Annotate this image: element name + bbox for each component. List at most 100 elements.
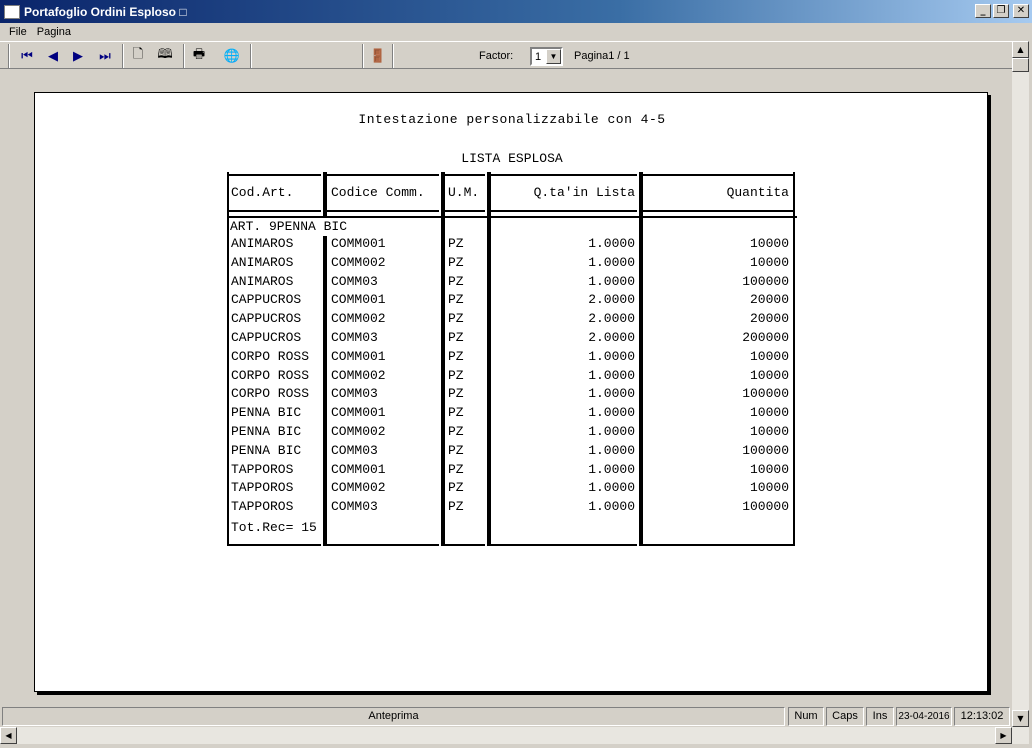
table-rule bbox=[327, 174, 439, 176]
cell-um: PZ bbox=[448, 405, 464, 421]
cell-qta-lista: 1.0000 bbox=[588, 461, 635, 477]
cell-codice-comm: COMM001 bbox=[331, 348, 386, 364]
cell-qta-lista: 1.0000 bbox=[588, 499, 635, 515]
report-table: Cod.Art. Codice Comm. U.M. Q.ta'in Lista… bbox=[227, 172, 797, 548]
cell-qta-lista: 1.0000 bbox=[588, 367, 635, 383]
factor-select[interactable]: 1 ▼ bbox=[530, 47, 563, 66]
cell-quantita: 100000 bbox=[742, 386, 789, 402]
last-page-icon[interactable]: ⏭ bbox=[94, 46, 116, 66]
minimize-button[interactable]: _ bbox=[975, 4, 991, 18]
status-ins: Ins bbox=[866, 707, 894, 726]
cell-codice-comm: COMM001 bbox=[331, 461, 386, 477]
cell-quantita: 20000 bbox=[749, 311, 789, 327]
column-header-um: U.M. bbox=[448, 185, 480, 200]
cell-codice-comm: COMM002 bbox=[331, 254, 386, 270]
first-page-icon[interactable]: ⏮ bbox=[16, 46, 38, 66]
restore-button[interactable]: ❐ bbox=[993, 4, 1009, 18]
menu-file[interactable]: File bbox=[4, 26, 32, 38]
vertical-scroll-thumb[interactable] bbox=[1012, 58, 1029, 72]
cell-qta-lista: 1.0000 bbox=[588, 480, 635, 496]
cell-codice-comm: COMM001 bbox=[331, 405, 386, 421]
printer-icon[interactable]: 🖶 bbox=[188, 46, 210, 66]
cell-qta-lista: 1.0000 bbox=[588, 405, 635, 421]
title-bar[interactable]: Portafoglio Ordini Esploso □ _ ❐ ✕ bbox=[0, 0, 1032, 23]
toolbar-separator bbox=[392, 44, 394, 68]
table-column-line bbox=[793, 172, 795, 546]
cell-codice-comm: COMM001 bbox=[331, 292, 386, 308]
single-page-icon[interactable]: 🗋 bbox=[127, 46, 149, 66]
vertical-scrollbar[interactable]: ▲ ▼ bbox=[1012, 41, 1029, 727]
toolbar-separator bbox=[362, 44, 364, 68]
cell-quantita: 10000 bbox=[749, 461, 789, 477]
close-button[interactable]: ✕ bbox=[1013, 4, 1029, 18]
cell-um: PZ bbox=[448, 424, 464, 439]
status-time: 12:13:02 bbox=[954, 707, 1010, 726]
next-page-icon[interactable]: ▶ bbox=[67, 46, 89, 66]
cell-um: PZ bbox=[448, 330, 464, 345]
scroll-down-icon[interactable]: ▼ bbox=[1012, 710, 1029, 727]
cell-um: PZ bbox=[448, 311, 464, 327]
cell-um: PZ bbox=[448, 499, 464, 515]
cell-cod-art: TAPPOROS bbox=[231, 499, 294, 515]
status-caps: Caps bbox=[826, 707, 864, 726]
window-title: Portafoglio Ordini Esploso □ bbox=[24, 4, 187, 19]
cell-quantita: 10000 bbox=[749, 348, 789, 364]
table-rule bbox=[445, 174, 485, 176]
table-rule bbox=[229, 210, 321, 212]
scroll-up-icon[interactable]: ▲ bbox=[1012, 41, 1029, 58]
chevron-down-icon[interactable]: ▼ bbox=[546, 49, 561, 64]
cell-qta-lista: 1.0000 bbox=[588, 254, 635, 270]
column-header-cod-art: Cod.Art. bbox=[231, 185, 294, 200]
export-globe-icon[interactable]: 🌐 bbox=[221, 46, 243, 66]
cell-quantita: 10000 bbox=[749, 424, 789, 439]
scroll-left-icon[interactable]: ◀ bbox=[0, 727, 17, 744]
cell-cod-art: CORPO ROSS bbox=[231, 348, 310, 364]
toolbar-separator bbox=[8, 44, 10, 68]
cell-quantita: 100000 bbox=[742, 273, 789, 289]
cell-cod-art: CAPPUCROS bbox=[231, 330, 302, 345]
table-rule bbox=[643, 544, 793, 546]
cell-codice-comm: COMM002 bbox=[331, 480, 386, 496]
menu-pagina[interactable]: Pagina bbox=[32, 26, 76, 38]
two-pages-icon[interactable]: 🕮 bbox=[154, 46, 176, 66]
toolbar: ⏮ ◀ ▶ ⏭ 🗋 🕮 🖶 🌐 🚪 Factor: 1 ▼ Pagina1 / … bbox=[0, 41, 1012, 69]
cell-qta-lista: 1.0000 bbox=[588, 273, 635, 289]
table-rule bbox=[327, 544, 439, 546]
cell-cod-art: CAPPUCROS bbox=[231, 311, 302, 327]
table-column-line bbox=[443, 172, 445, 546]
exit-door-icon[interactable]: 🚪 bbox=[367, 46, 389, 66]
cell-qta-lista: 2.0000 bbox=[588, 292, 635, 308]
cell-codice-comm: COMM03 bbox=[331, 386, 378, 402]
cell-um: PZ bbox=[448, 292, 464, 308]
cell-um: PZ bbox=[448, 236, 464, 251]
table-rule bbox=[229, 544, 321, 546]
cell-cod-art: PENNA BIC bbox=[231, 442, 302, 458]
cell-qta-lista: 1.0000 bbox=[588, 424, 635, 439]
report-page: Intestazione personalizzabile con 4-5 LI… bbox=[34, 92, 988, 692]
cell-codice-comm: COMM002 bbox=[331, 424, 386, 439]
table-column-line bbox=[227, 172, 229, 546]
cell-codice-comm: COMM03 bbox=[331, 330, 378, 345]
preview-area: Intestazione personalizzabile con 4-5 LI… bbox=[4, 70, 1012, 703]
cell-um: PZ bbox=[448, 254, 464, 270]
cell-um: PZ bbox=[448, 461, 464, 477]
cell-qta-lista: 2.0000 bbox=[588, 330, 635, 345]
cell-codice-comm: COMM03 bbox=[331, 442, 378, 458]
factor-label: Factor: bbox=[479, 50, 514, 62]
table-rule bbox=[643, 210, 793, 212]
cell-um: PZ bbox=[448, 367, 464, 383]
previous-page-icon[interactable]: ◀ bbox=[42, 46, 64, 66]
table-rule bbox=[445, 210, 485, 212]
table-rule bbox=[491, 174, 637, 176]
scroll-right-icon[interactable]: ▶ bbox=[995, 727, 1012, 744]
horizontal-scrollbar[interactable]: ◀ ▶ bbox=[0, 727, 1029, 744]
status-mode: Anteprima bbox=[2, 707, 785, 726]
column-header-codice-comm: Codice Comm. bbox=[331, 185, 425, 200]
cell-quantita: 10000 bbox=[749, 480, 789, 496]
cell-quantita: 10000 bbox=[749, 405, 789, 421]
cell-um: PZ bbox=[448, 442, 464, 458]
cell-qta-lista: 1.0000 bbox=[588, 442, 635, 458]
cell-um: PZ bbox=[448, 480, 464, 496]
cell-quantita: 10000 bbox=[749, 236, 789, 251]
table-rule bbox=[229, 174, 321, 176]
